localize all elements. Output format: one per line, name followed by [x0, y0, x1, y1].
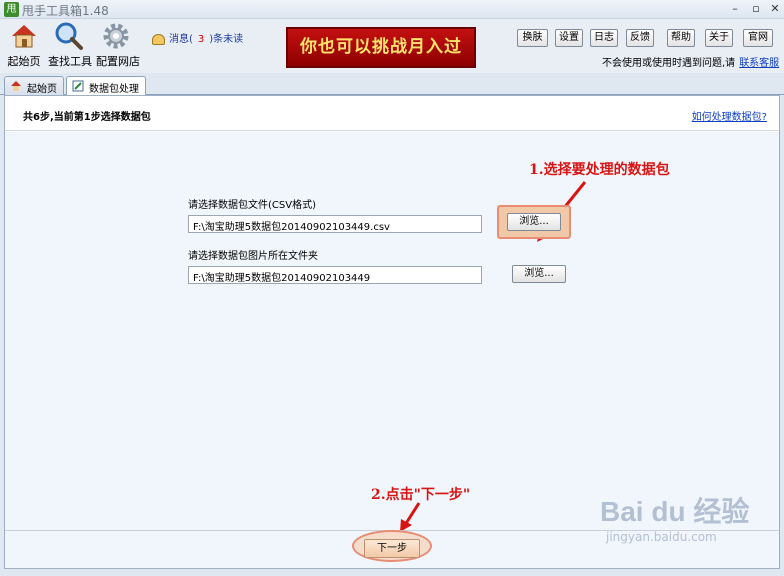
- about-button[interactable]: 关于: [705, 29, 733, 47]
- annotation-arrow-2: [400, 502, 421, 532]
- app-name: 甩手工具箱: [22, 4, 83, 18]
- find-tools-tool[interactable]: 查找工具: [48, 21, 92, 69]
- help-text: 不会使用或使用时遇到问题,请: [602, 58, 736, 69]
- watermark: Bai du 经验 jingyan.baidu.com: [600, 490, 749, 544]
- folder-browse-button[interactable]: 浏览...: [512, 265, 566, 283]
- search-icon: [54, 21, 84, 51]
- help-button[interactable]: 帮助: [667, 29, 695, 47]
- tab-data-package[interactable]: 数据包处理: [66, 76, 146, 97]
- app-icon: 甩: [4, 2, 19, 17]
- home-tool-label: 起始页: [7, 55, 41, 68]
- message-prefix: 消息(: [169, 34, 193, 45]
- csv-file-input[interactable]: F:\淘宝助理5数据包20140902103449.csv: [188, 215, 482, 233]
- watermark-logo: Bai du 经验: [600, 496, 750, 527]
- website-button[interactable]: 官网: [743, 29, 773, 47]
- tab-home-label: 起始页: [27, 84, 57, 95]
- gear-icon: [101, 21, 131, 51]
- skin-button[interactable]: 换肤: [517, 29, 548, 47]
- home-icon: [10, 80, 22, 92]
- form-area: 1.选择要处理的数据包 请选择数据包文件(CSV格式) F:\淘宝助理5数据包2…: [5, 132, 779, 532]
- close-button[interactable]: ✕: [764, 1, 784, 17]
- csv-browse-button[interactable]: 浏览...: [507, 213, 561, 231]
- home-icon: [9, 21, 39, 51]
- help-line: 不会使用或使用时遇到问题,请 联系客服: [602, 54, 779, 69]
- tab-bar: 起始页 数据包处理: [0, 73, 784, 97]
- data-package-icon: [72, 80, 84, 92]
- tab-home[interactable]: 起始页: [4, 76, 64, 96]
- title-bar: 甩 甩手工具箱1.48 – ▫ ✕: [0, 0, 784, 19]
- toolbar: 起始页 查找工具 配置网店 消息( 3 )条未读 你也可以挑战月入过万! 换肤 设置…: [0, 19, 784, 94]
- config-shop-label: 配置网店: [96, 55, 140, 68]
- how-to-process-link[interactable]: 如何处理数据包?: [692, 108, 767, 123]
- image-folder-label: 请选择数据包图片所在文件夹: [188, 251, 318, 262]
- image-folder-input[interactable]: F:\淘宝助理5数据包20140902103449: [188, 266, 482, 284]
- message-icon: [152, 33, 165, 45]
- config-shop-tool[interactable]: 配置网店: [96, 21, 140, 69]
- message-suffix: )条未读: [209, 34, 244, 45]
- settings-button[interactable]: 设置: [555, 29, 583, 47]
- message-count: 3: [197, 34, 205, 45]
- next-step-button[interactable]: 下一步: [364, 539, 420, 558]
- watermark-url: jingyan.baidu.com: [606, 530, 717, 544]
- tab-data-package-label: 数据包处理: [89, 84, 139, 95]
- step-header: 共6步,当前第1步选择数据包 如何处理数据包?: [5, 96, 779, 131]
- find-tools-label: 查找工具: [48, 55, 92, 68]
- minimize-button[interactable]: –: [724, 1, 746, 17]
- message-notice[interactable]: 消息( 3 )条未读: [152, 30, 243, 45]
- step-indicator: 共6步,当前第1步选择数据包: [23, 112, 151, 123]
- log-button[interactable]: 日志: [590, 29, 618, 47]
- app-title: 甩手工具箱1.48: [22, 2, 109, 19]
- csv-file-label: 请选择数据包文件(CSV格式): [188, 200, 316, 211]
- home-tool[interactable]: 起始页: [6, 21, 42, 69]
- promo-banner[interactable]: 你也可以挑战月入过万!: [286, 27, 476, 94]
- app-version: 1.48: [82, 4, 109, 18]
- feedback-button[interactable]: 反馈: [626, 29, 654, 47]
- contact-support-link[interactable]: 联系客服: [739, 58, 779, 69]
